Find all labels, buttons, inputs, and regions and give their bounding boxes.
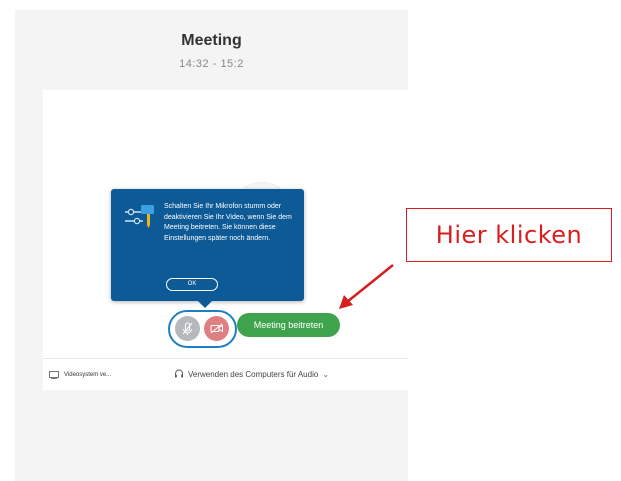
mute-mic-button[interactable] — [175, 316, 200, 341]
tooltip-message: Schalten Sie Ihr Mikrofon stumm oder dea… — [164, 203, 292, 242]
join-meeting-button[interactable]: Meeting beitreten — [237, 313, 340, 337]
preview-card: Schalten Sie Ihr Mikrofon stumm oder dea… — [43, 90, 408, 390]
headset-icon — [175, 369, 183, 378]
annotation-text: Hier klicken — [435, 221, 583, 249]
annotation-callout: Hier klicken — [406, 208, 612, 262]
video-system-label: Videosystem ve... — [64, 372, 112, 378]
mic-muted-icon — [182, 322, 193, 335]
settings-sliders-icon — [123, 203, 157, 238]
meeting-preview-panel: Meeting 14:32 - 15:2 Schalten Sie Ihr Mi… — [15, 10, 408, 481]
video-system-option[interactable]: Videosystem ve... — [49, 371, 111, 379]
divider — [43, 358, 408, 359]
media-controls-group — [168, 310, 237, 348]
meeting-title: Meeting — [181, 32, 242, 49]
audio-option-label: Verwenden des Computers für Audio — [188, 369, 319, 379]
meeting-time: 14:32 - 15:2 — [179, 58, 244, 70]
stop-video-button[interactable] — [204, 316, 229, 341]
audio-connection-option[interactable]: Verwenden des Computers für Audio ⌄ — [174, 369, 329, 379]
video-off-icon — [210, 323, 223, 334]
video-system-icon — [49, 371, 59, 379]
chevron-down-icon[interactable]: ⌄ — [322, 370, 329, 379]
tooltip-ok-button[interactable]: OK — [166, 278, 218, 291]
annotation-arrow-icon — [339, 264, 394, 309]
settings-tooltip: Schalten Sie Ihr Mikrofon stumm oder dea… — [111, 189, 304, 308]
